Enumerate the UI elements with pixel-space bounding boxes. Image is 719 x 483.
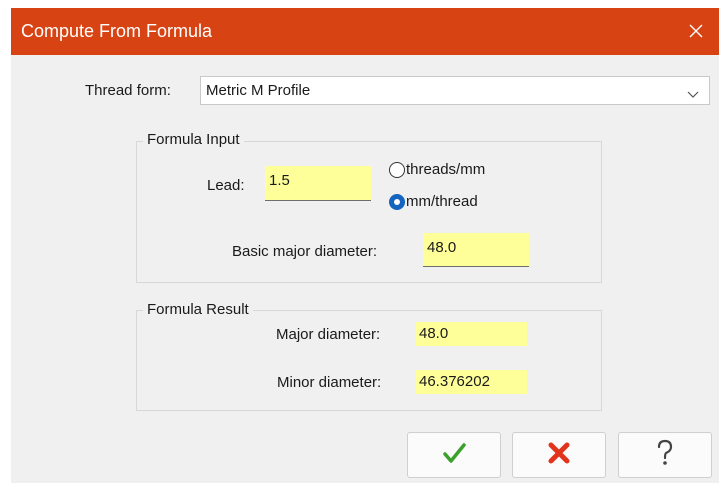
- close-icon[interactable]: [681, 16, 711, 46]
- formula-result-legend: Formula Result: [143, 301, 253, 318]
- threads-per-mm-label[interactable]: threads/mm: [406, 161, 485, 178]
- question-icon: [654, 438, 676, 472]
- chevron-down-icon: [687, 86, 699, 103]
- basic-major-diameter-input[interactable]: 48.0: [423, 233, 529, 267]
- mm-per-thread-radio[interactable]: [389, 194, 405, 210]
- minor-diameter-label: Minor diameter:: [277, 374, 382, 391]
- major-diameter-value: 48.0: [416, 322, 527, 346]
- lead-label: Lead:: [207, 177, 245, 194]
- title-bar: Compute From Formula: [11, 8, 719, 55]
- basic-major-diameter-label: Basic major diameter:: [232, 243, 378, 260]
- major-diameter-label: Major diameter:: [276, 326, 381, 343]
- ok-button[interactable]: [407, 432, 501, 478]
- formula-input-legend: Formula Input: [143, 131, 244, 148]
- thread-form-value: Metric M Profile: [206, 82, 311, 99]
- mm-per-thread-label[interactable]: mm/thread: [406, 193, 478, 210]
- minor-diameter-value: 46.376202: [416, 370, 527, 394]
- formula-input-group: [136, 141, 602, 283]
- help-button[interactable]: [618, 432, 712, 478]
- thread-form-label: Thread form:: [85, 82, 171, 99]
- window-title: Compute From Formula: [21, 21, 213, 41]
- checkmark-icon: [441, 440, 467, 470]
- lead-input[interactable]: 1.5: [265, 166, 371, 201]
- cancel-button[interactable]: [512, 432, 606, 478]
- threads-per-mm-radio[interactable]: [389, 162, 405, 178]
- cross-icon: [547, 441, 571, 469]
- thread-form-select[interactable]: Metric M Profile: [200, 76, 710, 105]
